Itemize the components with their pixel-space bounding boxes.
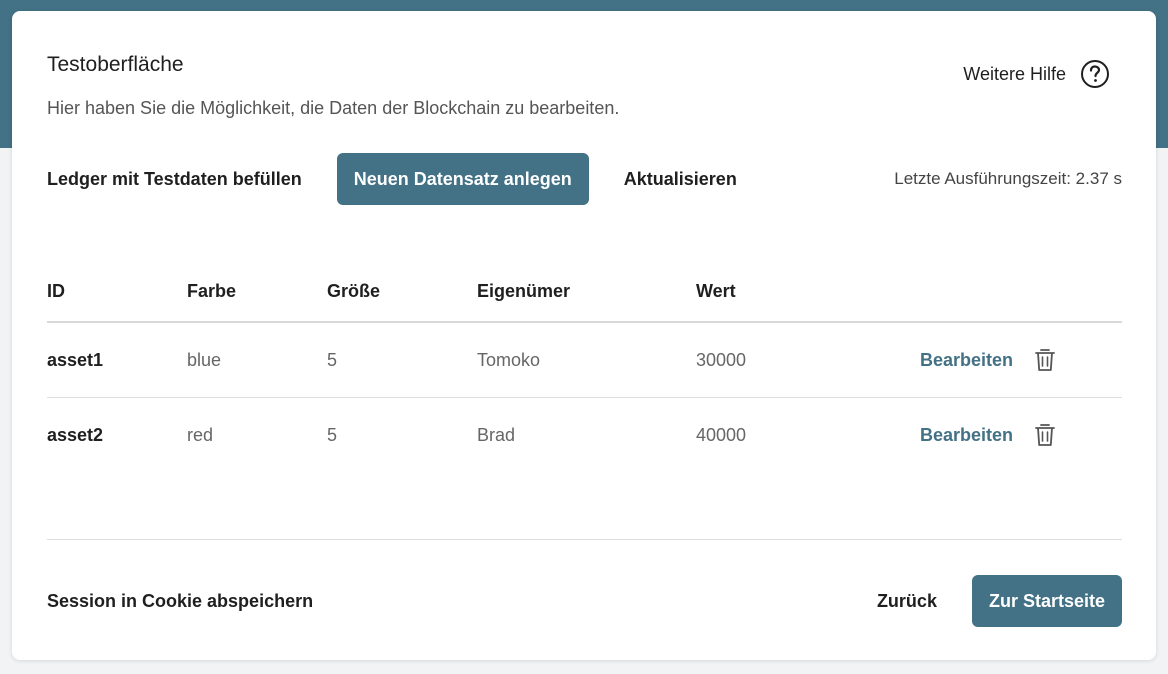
cell-eigentuemer: Tomoko — [477, 349, 541, 370]
table-row: asset1 blue 5 Tomoko 30000 Bearbeiten — [47, 323, 1122, 398]
trash-icon[interactable] — [1033, 347, 1057, 373]
column-header-eigentuemer: Eigenümer — [477, 280, 571, 301]
table-header: ID Farbe Größe Eigenümer Wert — [47, 261, 1122, 323]
home-button[interactable]: Zur Startseite — [971, 575, 1122, 627]
cell-groesse: 5 — [327, 349, 338, 370]
fill-testdata-button[interactable]: Ledger mit Testdaten befüllen — [47, 169, 302, 190]
column-header-wert: Wert — [696, 280, 736, 301]
help-link[interactable]: Weitere Hilfe — [963, 59, 1110, 89]
column-header-id: ID — [47, 280, 65, 301]
row-actions: Bearbeiten — [920, 422, 1057, 448]
help-label: Weitere Hilfe — [963, 63, 1066, 84]
cell-farbe: red — [187, 424, 214, 445]
cell-groesse: 5 — [327, 424, 338, 445]
row-actions: Bearbeiten — [920, 347, 1057, 373]
main-card: Testoberfläche Hier haben Sie die Möglic… — [12, 11, 1156, 660]
column-header-groesse: Größe — [327, 280, 381, 301]
footer-divider — [47, 539, 1122, 540]
trash-icon[interactable] — [1033, 422, 1057, 448]
page-title: Testoberfläche — [47, 53, 184, 76]
save-session-cookie-button[interactable]: Session in Cookie abspeichern — [47, 591, 313, 612]
cell-farbe: blue — [187, 349, 222, 370]
cell-id: asset2 — [47, 424, 104, 445]
cell-wert: 40000 — [696, 424, 747, 445]
edit-button[interactable]: Bearbeiten — [920, 425, 1013, 446]
column-header-farbe: Farbe — [187, 280, 237, 301]
asset-table: ID Farbe Größe Eigenümer Wert asset1 blu… — [47, 261, 1122, 472]
refresh-button[interactable]: Aktualisieren — [624, 169, 737, 190]
edit-button[interactable]: Bearbeiten — [920, 350, 1013, 371]
toolbar: Ledger mit Testdaten befüllen Neuen Date… — [47, 153, 1122, 205]
cell-id: asset1 — [47, 349, 104, 370]
cell-eigentuemer: Brad — [477, 424, 516, 445]
question-circle-icon[interactable] — [1080, 59, 1110, 89]
back-button[interactable]: Zurück — [877, 591, 937, 612]
page-subtitle: Hier haben Sie die Möglichkeit, die Date… — [47, 98, 620, 118]
table-row: asset2 red 5 Brad 40000 Bearbeiten — [47, 398, 1122, 472]
cell-wert: 30000 — [696, 349, 747, 370]
new-record-button[interactable]: Neuen Datensatz anlegen — [336, 153, 589, 205]
execution-time: Letzte Ausführungszeit: 2.37 s — [894, 169, 1122, 188]
footer: Session in Cookie abspeichern Zurück Zur… — [47, 575, 1122, 627]
